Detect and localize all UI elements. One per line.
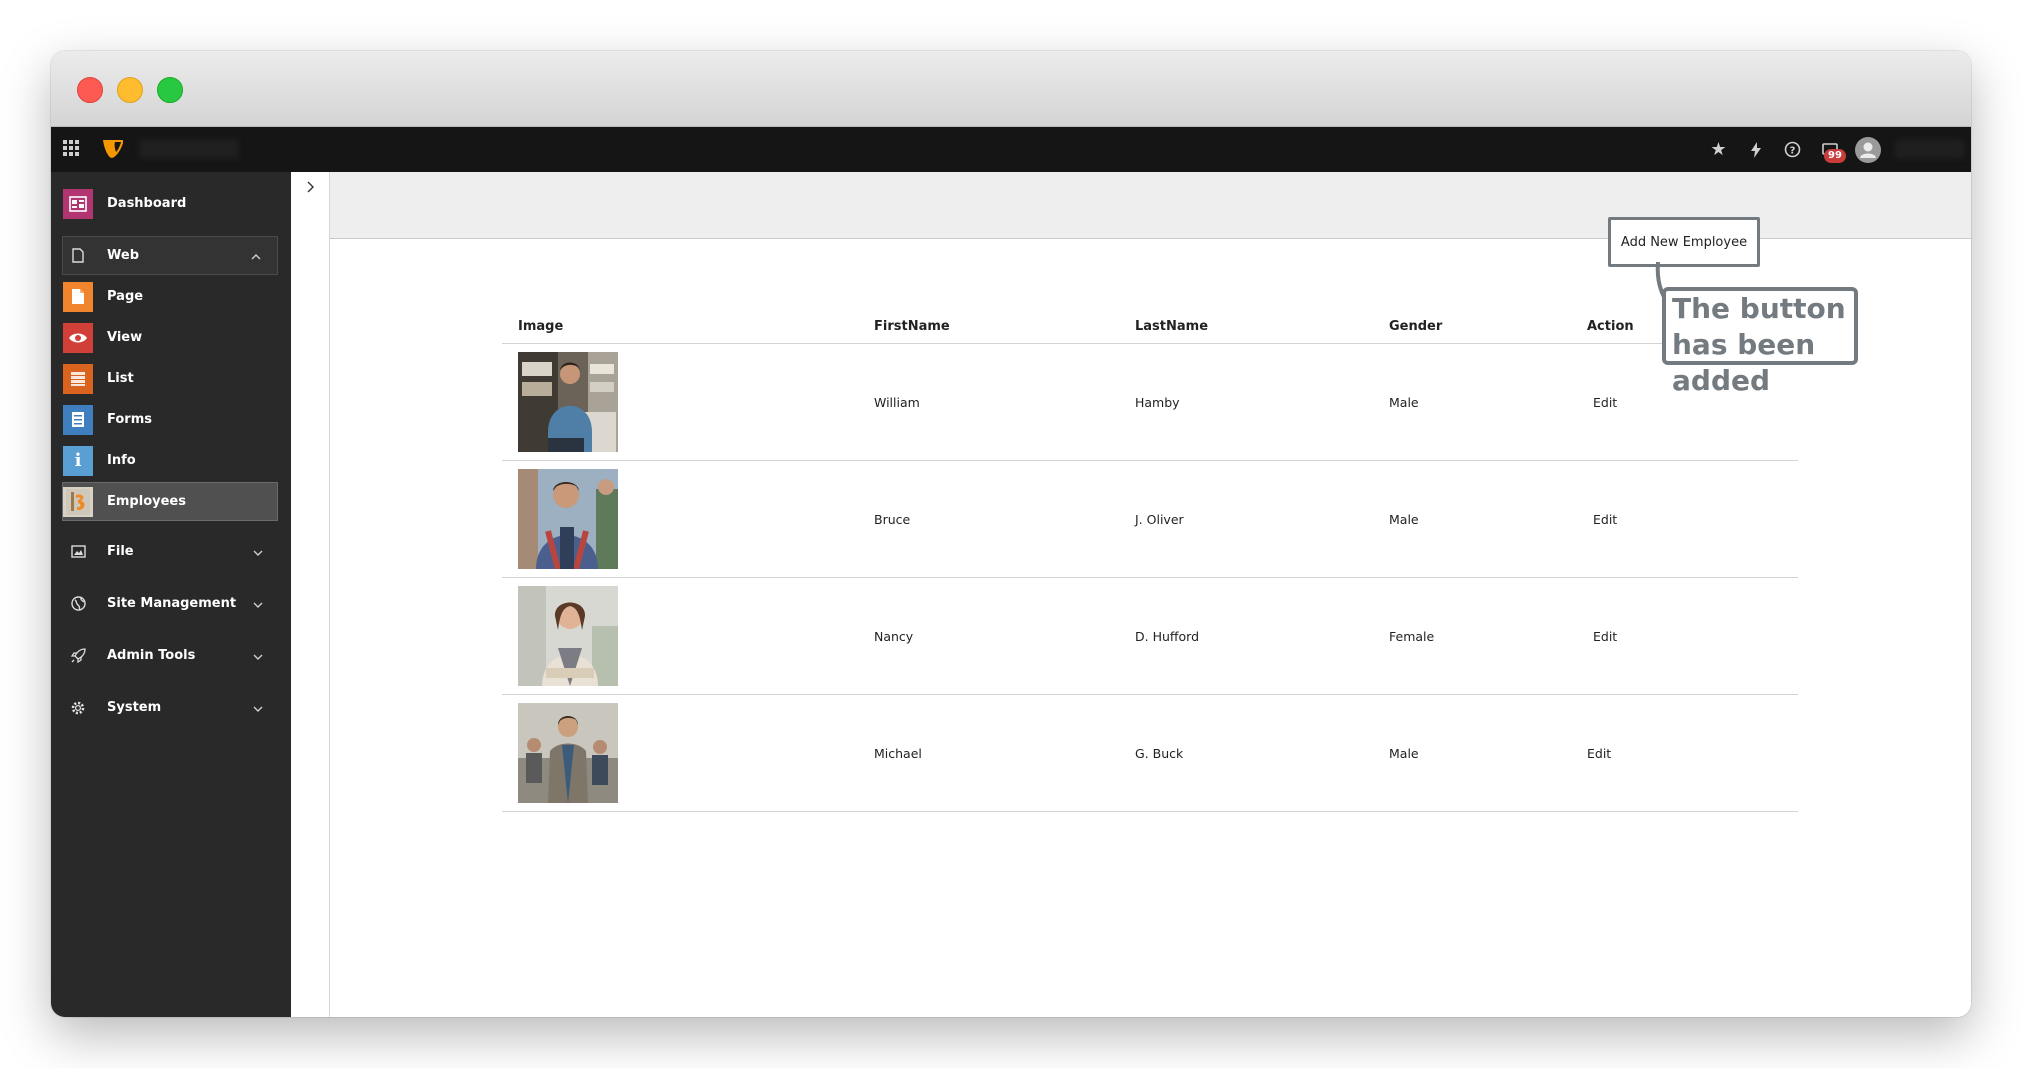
username-blurred [1895, 139, 1965, 159]
sidebar-item-page[interactable]: Page [63, 278, 279, 315]
image-icon [63, 537, 93, 567]
edit-link[interactable]: Edit [1587, 577, 1798, 695]
page-icon [63, 281, 93, 312]
chevron-down-icon [253, 700, 263, 716]
employee-table: Image FirstName LastName Gender Action W… [502, 309, 1798, 812]
table-row: Bruce J. Oliver Male Edit [502, 460, 1798, 578]
notification-badge: 99 [1824, 149, 1846, 163]
firstname-cell: Michael [874, 694, 1135, 812]
chevron-down-icon [253, 648, 263, 664]
sidebar-item-view[interactable]: View [63, 319, 279, 356]
minimize-window-button[interactable] [117, 77, 143, 103]
gender-cell: Male [1389, 343, 1587, 461]
firstname-cell: Bruce [874, 460, 1135, 578]
gender-cell: Male [1389, 694, 1587, 812]
firstname-cell: Nancy [874, 577, 1135, 695]
typo3-logo-icon[interactable] [101, 137, 125, 161]
close-window-button[interactable] [77, 77, 103, 103]
sidebar-label: View [107, 330, 143, 345]
sidebar-group-system[interactable]: System [63, 689, 279, 726]
eye-icon [63, 322, 93, 353]
extension-logo-icon [63, 486, 93, 517]
lastname-cell: D. Hufford [1135, 577, 1389, 695]
column-header-lastname: LastName [1135, 309, 1389, 344]
bookmark-star-icon[interactable]: ★ [1700, 127, 1737, 172]
system-info-icon[interactable]: 99 [1811, 127, 1848, 172]
callout-line-2: has been added [1672, 328, 1816, 397]
flash-cache-icon[interactable] [1737, 127, 1774, 172]
sidebar-label: Admin Tools [107, 648, 196, 663]
sidebar-label: Dashboard [107, 196, 187, 211]
employee-photo [518, 352, 618, 452]
firstname-cell: William [874, 343, 1135, 461]
edit-link[interactable]: Edit [1587, 694, 1798, 812]
sidebar-label: Info [107, 453, 136, 468]
gender-cell: Male [1389, 460, 1587, 578]
user-avatar[interactable] [1855, 137, 1881, 163]
employee-photo-cell [502, 694, 874, 812]
site-name-blurred [139, 139, 239, 159]
info-icon: i [63, 445, 93, 476]
callout-line-1: The button [1672, 292, 1846, 325]
annotation-callout: The button has been added [1662, 287, 1858, 397]
employee-photo [518, 703, 618, 803]
sidebar-label: Forms [107, 412, 152, 427]
table-row: Nancy D. Hufford Female Edit [502, 577, 1798, 695]
sidebar-item-info[interactable]: i Info [63, 442, 279, 479]
add-new-employee-button[interactable]: Add New Employee [1608, 217, 1760, 267]
sidebar-group-site-management[interactable]: Site Management [63, 585, 279, 622]
lastname-cell: J. Oliver [1135, 460, 1389, 578]
column-header-gender: Gender [1389, 309, 1587, 344]
window-titlebar [51, 51, 1971, 127]
dashboard-icon [63, 188, 93, 219]
sidebar-item-employees[interactable]: Employees [62, 482, 278, 521]
list-icon [63, 363, 93, 394]
navigation-column [291, 172, 330, 1017]
column-header-image: Image [502, 309, 874, 344]
sidebar-label: Site Management [107, 596, 237, 611]
sidebar-group-admin-tools[interactable]: Admin Tools [63, 637, 279, 674]
chevron-down-icon [253, 544, 263, 560]
table-row: William Hamby Male Edit [502, 343, 1798, 461]
sidebar-item-forms[interactable]: Forms [63, 401, 279, 438]
sidebar-label: List [107, 371, 134, 386]
expand-chevron-icon[interactable] [302, 180, 320, 198]
employee-photo [518, 469, 618, 569]
help-icon[interactable]: ? [1774, 127, 1811, 172]
sidebar-label: System [107, 700, 162, 715]
module-sidebar: Dashboard Web Page View List Forms i Inf… [51, 172, 291, 1017]
svg-text:?: ? [1790, 146, 1796, 157]
lastname-cell: Hamby [1135, 343, 1389, 461]
chevron-down-icon [253, 596, 263, 612]
employee-photo-cell [502, 460, 874, 578]
rocket-icon [63, 641, 93, 671]
gender-cell: Female [1389, 577, 1587, 695]
edit-link[interactable]: Edit [1587, 460, 1798, 578]
forms-icon [63, 404, 93, 435]
module-menu-toggle-icon[interactable] [63, 140, 79, 156]
sidebar-group-web[interactable]: Web [62, 236, 278, 275]
employee-photo-cell [502, 343, 874, 461]
lastname-cell: G. Buck [1135, 694, 1389, 812]
zoom-window-button[interactable] [157, 77, 183, 103]
sidebar-label: File [107, 544, 134, 559]
globe-icon [63, 589, 93, 619]
gear-icon [63, 693, 93, 723]
sidebar-label: Web [107, 248, 139, 263]
employee-photo [518, 586, 618, 686]
chevron-up-icon [251, 248, 261, 264]
sidebar-label: Employees [107, 494, 186, 509]
sidebar-item-dashboard[interactable]: Dashboard [63, 185, 279, 222]
sidebar-label: Page [107, 289, 144, 304]
column-header-firstname: FirstName [874, 309, 1135, 344]
sidebar-group-file[interactable]: File [63, 533, 279, 570]
sidebar-item-list[interactable]: List [63, 360, 279, 397]
employee-photo-cell [502, 577, 874, 695]
table-header-row: Image FirstName LastName Gender Action [502, 309, 1798, 344]
page-outline-icon [63, 241, 93, 271]
typo3-topbar: ★ ? 99 [51, 127, 1971, 172]
table-row: Michael G. Buck Male Edit [502, 694, 1798, 812]
